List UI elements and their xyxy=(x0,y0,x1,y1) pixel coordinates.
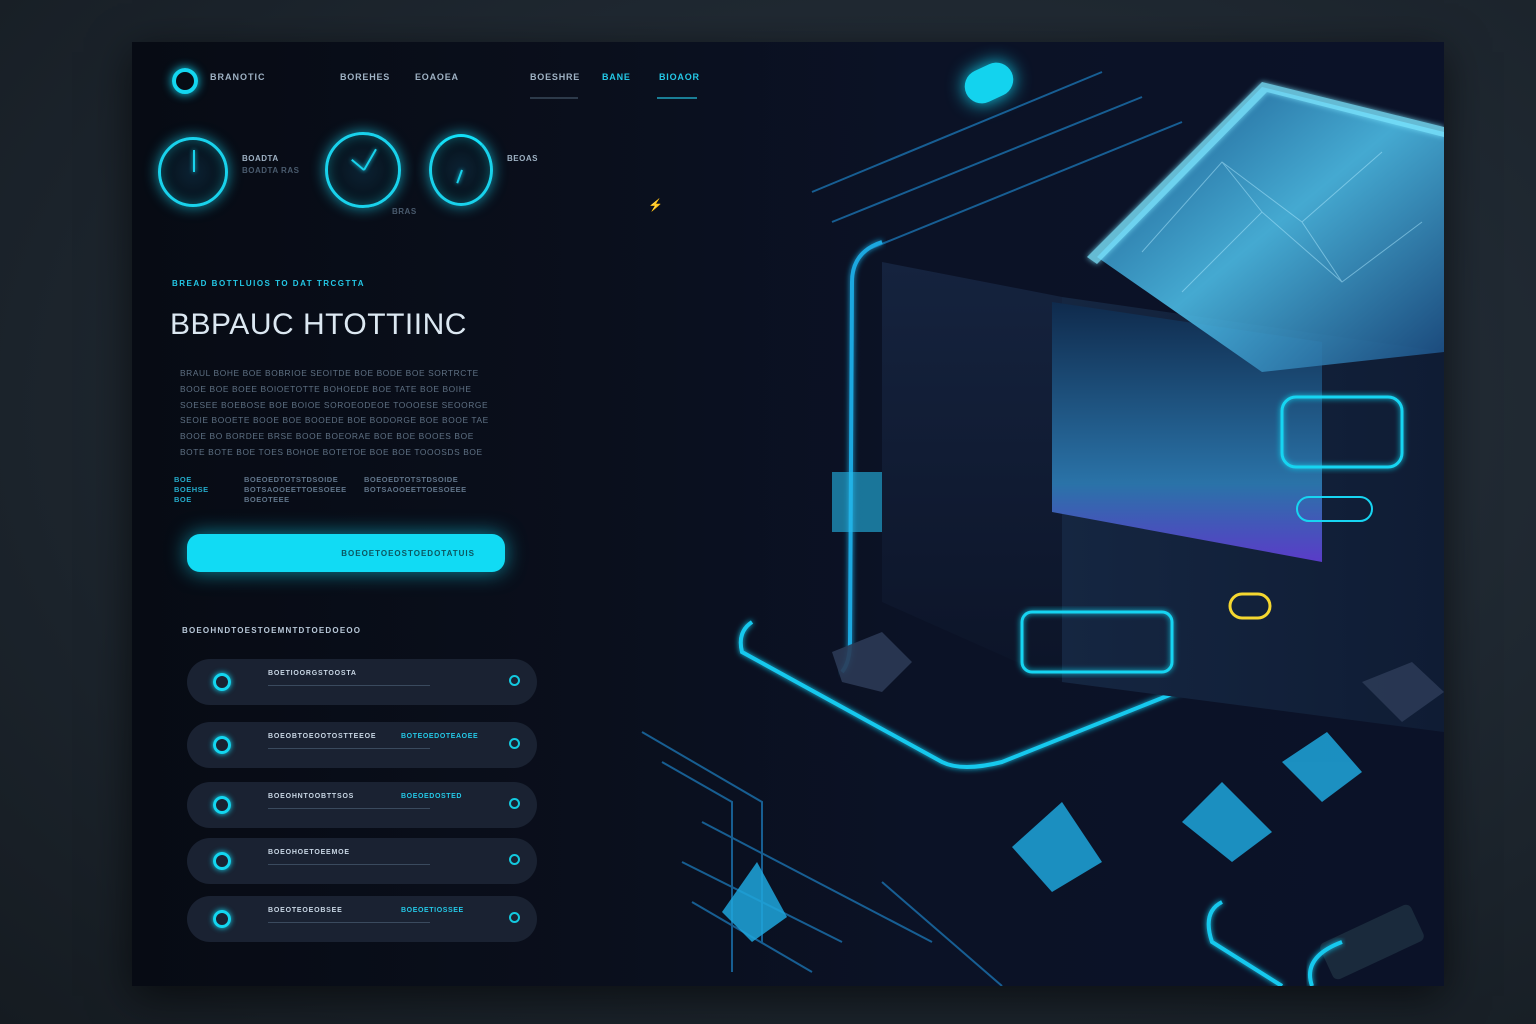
gauge-caption-1: BOADTA RAS xyxy=(242,166,300,175)
list-item-subline xyxy=(268,748,430,749)
list-item-tag: BOTEOEDOTEAOEE xyxy=(401,733,479,740)
info-icon[interactable] xyxy=(509,675,520,686)
logo-icon[interactable] xyxy=(172,68,198,94)
list-item-subline xyxy=(268,922,430,923)
info-icon[interactable] xyxy=(509,798,520,809)
gauge-3-hand xyxy=(456,169,463,184)
nav-item-1[interactable]: BOREHES xyxy=(340,72,390,82)
list-item[interactable]: BOEOHOETOEEMOE xyxy=(187,838,537,884)
list-item[interactable]: BOEOTEOEOBSEE BOEOETIOSSEE xyxy=(187,896,537,942)
circle-icon xyxy=(213,796,231,814)
list-item[interactable]: BOETIOORGSTOOSTA xyxy=(187,659,537,705)
glow-trace xyxy=(1206,900,1284,986)
stat-values: BOEOEDTOTSTDSOIDE BOTSAOOEETTOESOEEE BOE… xyxy=(244,475,347,505)
circle-icon xyxy=(213,736,231,754)
list-item-label: BOEOHOETOEEMOE xyxy=(268,849,350,856)
stat-extra-1: BOEOEDTOTSTDSOIDE xyxy=(364,475,459,484)
nav-item-3[interactable]: BOESHRE xyxy=(530,72,580,82)
hero-eyebrow: BREAD BOTTLUIOS TO DAT TRCGTTA xyxy=(172,279,365,288)
stat-key-1: BOE xyxy=(174,475,192,484)
stat-key-3: BOE xyxy=(174,495,192,504)
crystals xyxy=(722,732,1362,942)
info-icon[interactable] xyxy=(509,912,520,923)
nav-item-2[interactable]: EOAOEA xyxy=(415,72,459,82)
hero-body-text: BRAUL BOHE BOE BOBRIOE SEOITDE BOE BODE … xyxy=(180,368,489,457)
gauge-3 xyxy=(429,134,493,206)
list-item-tag: BOEOEDOSTED xyxy=(401,793,463,800)
gauge-1-hand xyxy=(193,150,195,172)
list-item-label: BOEOHNTOOBTTSOS xyxy=(268,793,355,800)
list-item-subline xyxy=(268,808,430,809)
keyboard xyxy=(1320,904,1424,980)
glow-trace xyxy=(840,240,883,674)
nav-item-3-underline xyxy=(530,97,578,99)
stack-panel xyxy=(832,472,882,532)
stat-keys: BOE BOEHSE BOE xyxy=(174,475,209,505)
gauge-label-1: BOADTA xyxy=(242,154,279,163)
list-item-label: BOEOTEOEOBSEE xyxy=(268,907,343,914)
circle-icon xyxy=(213,910,231,928)
gauge-label-2: BEOAS xyxy=(507,154,538,163)
brand-name[interactable]: BRANOTIC xyxy=(210,72,266,82)
list-heading: BOEOHNDTOESTOEMNTDTOEDOEOO xyxy=(182,626,362,635)
gauge-2-hand-minor xyxy=(351,158,365,171)
gauge-caption-2: BRAS xyxy=(392,207,417,216)
list-item-subline xyxy=(268,685,430,686)
page-title: BBPAUC HTOTTIINC xyxy=(170,308,467,341)
stat-value-3: BOEOTEEE xyxy=(244,495,290,504)
gauge-2-hand xyxy=(363,148,377,171)
stat-values-extra: BOEOEDTOTSTDSOIDE BOTSAOOEETTOESOEEE xyxy=(364,475,467,495)
app-window: BRANOTIC BOREHES EOAOEA BOESHRE BANE BIO… xyxy=(132,42,1444,986)
list-item-subline xyxy=(268,864,430,865)
gauge-2 xyxy=(325,132,401,208)
server-illustration xyxy=(641,71,1444,986)
stat-value-2: BOTSAOOEETTOESOEEE xyxy=(244,485,347,494)
stat-value-1: BOEOEDTOTSTDSOIDE xyxy=(244,475,339,484)
list-item-tag: BOEOETIOSSEE xyxy=(401,907,464,914)
gauge-1 xyxy=(158,137,228,207)
list-item[interactable]: BOEOHNTOOBTTSOS BOEOEDOSTED xyxy=(187,782,537,828)
primary-cta-button[interactable]: BOEOETOEOSTOEDOTATUIS xyxy=(187,534,505,572)
list-item[interactable]: BOEOBTOEOOTOSTTEEOE BOTEOEDOTEAOEE xyxy=(187,722,537,768)
list-item-label: BOETIOORGSTOOSTA xyxy=(268,670,357,677)
stat-key-2: BOEHSE xyxy=(174,485,209,494)
server-left-face xyxy=(882,262,1062,682)
circle-icon xyxy=(213,673,231,691)
info-icon[interactable] xyxy=(509,738,520,749)
circle-icon xyxy=(213,852,231,870)
list-item-label: BOEOBTOEOOTOSTTEEOE xyxy=(268,733,377,740)
stat-extra-2: BOTSAOOEETTOESOEEE xyxy=(364,485,467,494)
info-icon[interactable] xyxy=(509,854,520,865)
